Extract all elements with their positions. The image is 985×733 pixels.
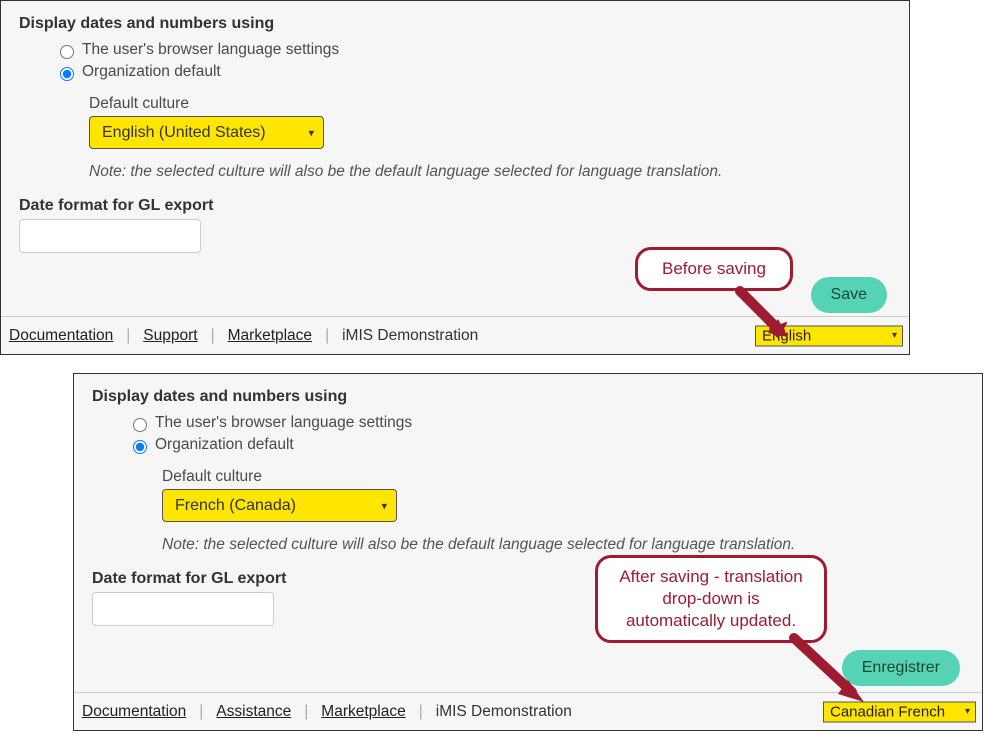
radio-org-default[interactable] (133, 440, 147, 454)
culture-note: Note: the selected culture will also be … (74, 522, 982, 554)
divider: | (316, 327, 338, 345)
gl-export-input[interactable] (92, 592, 274, 626)
divider: | (117, 327, 139, 345)
radio-org-default-label: Organization default (82, 63, 221, 81)
footer-link-support[interactable]: Assistance (212, 703, 295, 721)
default-culture-select-wrap[interactable]: English (United States) (89, 116, 324, 149)
radio-browser-label: The user's browser language settings (82, 41, 339, 59)
footer-link-documentation[interactable]: Documentation (78, 703, 190, 721)
radio-browser-label: The user's browser language settings (155, 414, 412, 432)
radio-browser-settings[interactable] (60, 45, 74, 59)
radio-browser-settings[interactable] (133, 418, 147, 432)
divider: | (295, 703, 317, 721)
radio-org-default[interactable] (60, 67, 74, 81)
divider: | (190, 703, 212, 721)
divider: | (202, 327, 224, 345)
radio-org-default-label: Organization default (155, 436, 294, 454)
footer-link-marketplace[interactable]: Marketplace (224, 327, 316, 345)
divider: | (410, 703, 432, 721)
radio-org-default-row[interactable]: Organization default (74, 434, 982, 456)
callout-pointer-icon (728, 289, 798, 339)
callout-pointer-icon (782, 636, 872, 706)
footer-link-marketplace[interactable]: Marketplace (317, 703, 409, 721)
footer-demo-text: iMIS Demonstration (338, 327, 478, 345)
callout-text: After saving - translation drop-down is … (619, 567, 802, 630)
footer-link-documentation[interactable]: Documentation (5, 327, 117, 345)
callout-text: Before saving (662, 258, 766, 280)
default-culture-select[interactable]: English (United States) (89, 116, 324, 149)
footer-link-support[interactable]: Support (139, 327, 201, 345)
footer-demo-text: iMIS Demonstration (432, 703, 572, 721)
callout-after-saving: After saving - translation drop-down is … (595, 555, 827, 643)
default-culture-label: Default culture (89, 83, 909, 116)
display-heading: Display dates and numbers using (1, 1, 909, 39)
gl-export-label: Date format for GL export (1, 181, 909, 219)
gl-export-input[interactable] (19, 219, 201, 253)
radio-browser-row[interactable]: The user's browser language settings (74, 412, 982, 434)
gl-export-label: Date format for GL export (74, 554, 982, 592)
culture-note: Note: the selected culture will also be … (1, 149, 909, 181)
save-button[interactable]: Save (811, 277, 887, 313)
radio-org-default-row[interactable]: Organization default (1, 61, 909, 83)
default-culture-select-wrap[interactable]: French (Canada) (162, 489, 397, 522)
display-heading: Display dates and numbers using (74, 374, 982, 412)
radio-browser-row[interactable]: The user's browser language settings (1, 39, 909, 61)
default-culture-select[interactable]: French (Canada) (162, 489, 397, 522)
default-culture-label: Default culture (162, 456, 982, 489)
callout-before-saving: Before saving (635, 247, 793, 291)
